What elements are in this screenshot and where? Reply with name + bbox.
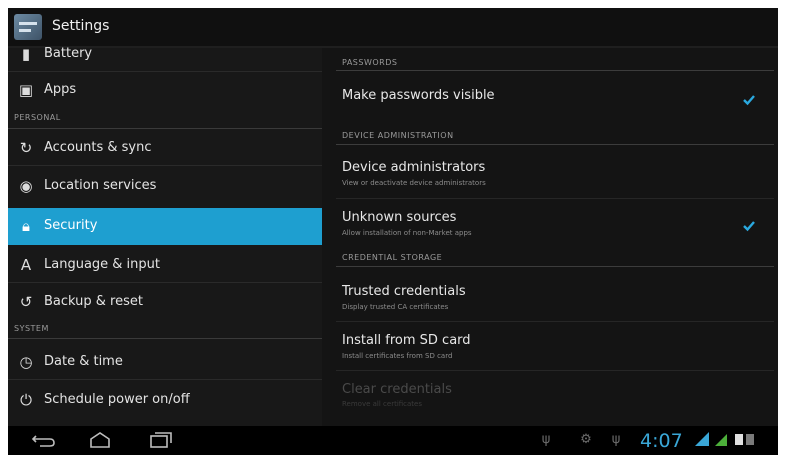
recent-apps-icon (150, 432, 172, 448)
row-subtitle: Remove all certificates (342, 400, 423, 408)
row-subtitle: Display trusted CA certificates (342, 303, 449, 311)
sidebar-item-language[interactable]: A Language & input (8, 247, 322, 283)
lock-icon: 🔒︎ (22, 217, 30, 235)
divider (8, 165, 322, 166)
sidebar-item-location[interactable]: ◉ Location services (8, 168, 322, 204)
section-header-personal: PERSONAL (14, 113, 61, 122)
divider (336, 370, 774, 371)
android-debug-icon: ⚙ (580, 432, 592, 447)
section-header-system: SYSTEM (14, 324, 49, 333)
sidebar-item-date-time[interactable]: ◷ Date & time (8, 344, 322, 380)
row-title: Device administrators (342, 160, 486, 175)
battery-icon: ▮ (21, 45, 31, 63)
divider (8, 379, 322, 380)
security-settings-panel: PASSWORDS Make passwords visible DEVICE … (322, 48, 778, 426)
checkmark-icon (743, 221, 755, 232)
section-header-credential-storage: CREDENTIAL STORAGE (342, 253, 443, 262)
divider (336, 198, 774, 199)
device-screen: Settings ▮ Battery ▣ Apps PERSONAL ↻ Acc… (8, 8, 778, 455)
power-icon: ⏻ (20, 391, 32, 409)
divider (8, 282, 322, 283)
sync-icon: ↻ (19, 139, 33, 157)
top-strip (0, 0, 789, 8)
battery-status-icon (734, 431, 756, 451)
divider (8, 128, 322, 129)
checkmark-icon (743, 95, 755, 106)
divider (336, 144, 774, 145)
apps-icon: ▣ (18, 81, 34, 99)
row-subtitle: Allow installation of non-Market apps (342, 229, 472, 237)
sidebar-item-label: Security (44, 218, 98, 233)
sidebar-item-label: Language & input (44, 257, 160, 272)
usb-icon: ψ (541, 432, 551, 447)
recent-apps-button[interactable] (146, 430, 174, 450)
language-icon: A (20, 256, 32, 274)
sidebar-item-backup[interactable]: ↺ Backup & reset (8, 284, 322, 320)
divider (8, 338, 322, 339)
back-icon (31, 435, 55, 447)
sidebar-item-label: Schedule power on/off (44, 392, 190, 407)
sidebar-item-label: Battery (44, 46, 93, 61)
wifi-icon (694, 431, 710, 451)
sidebar-item-schedule-power[interactable]: ⏻ Schedule power on/off (8, 382, 322, 418)
row-subtitle: View or deactivate device administrators (342, 179, 486, 187)
clock-icon: ◷ (19, 353, 33, 371)
section-header-device-admin: DEVICE ADMINISTRATION (342, 131, 454, 140)
row-title: Clear credentials (342, 382, 452, 397)
location-icon: ◉ (19, 177, 33, 195)
unknown-sources-checkbox[interactable] (742, 218, 756, 232)
system-bar: ψ ⚙ ψ 4:07 (8, 426, 778, 455)
home-button[interactable] (86, 430, 114, 450)
status-clock: 4:07 (640, 430, 683, 452)
divider (336, 266, 774, 267)
backup-icon: ↺ (19, 293, 33, 311)
sidebar-item-battery[interactable]: ▮ Battery (8, 36, 322, 72)
sidebar-item-label: Accounts & sync (44, 140, 152, 155)
sidebar-item-apps[interactable]: ▣ Apps (8, 72, 322, 108)
row-title: Install from SD card (342, 333, 471, 348)
row-title: Trusted credentials (342, 284, 466, 299)
back-button[interactable] (30, 430, 58, 450)
make-passwords-visible-checkbox[interactable] (742, 92, 756, 106)
sidebar-item-label: Backup & reset (44, 294, 143, 309)
sidebar-item-accounts-sync[interactable]: ↻ Accounts & sync (8, 130, 322, 166)
app-title: Settings (52, 18, 110, 34)
sidebar-item-label: Apps (44, 82, 77, 97)
usb-icon: ψ (611, 432, 621, 447)
row-title: Unknown sources (342, 210, 457, 225)
signal-icon (713, 431, 729, 451)
row-subtitle: Install certificates from SD card (342, 352, 453, 360)
row-title: Make passwords visible (342, 88, 495, 103)
settings-sidebar: ▮ Battery ▣ Apps PERSONAL ↻ Accounts & s… (8, 46, 322, 426)
sidebar-item-label: Date & time (44, 354, 123, 369)
sidebar-item-label: Location services (44, 178, 157, 193)
section-header-passwords: PASSWORDS (342, 58, 398, 67)
home-icon (90, 432, 110, 448)
divider (336, 321, 774, 322)
divider (336, 70, 774, 71)
sidebar-item-security[interactable]: 🔒︎ Security (8, 208, 322, 245)
